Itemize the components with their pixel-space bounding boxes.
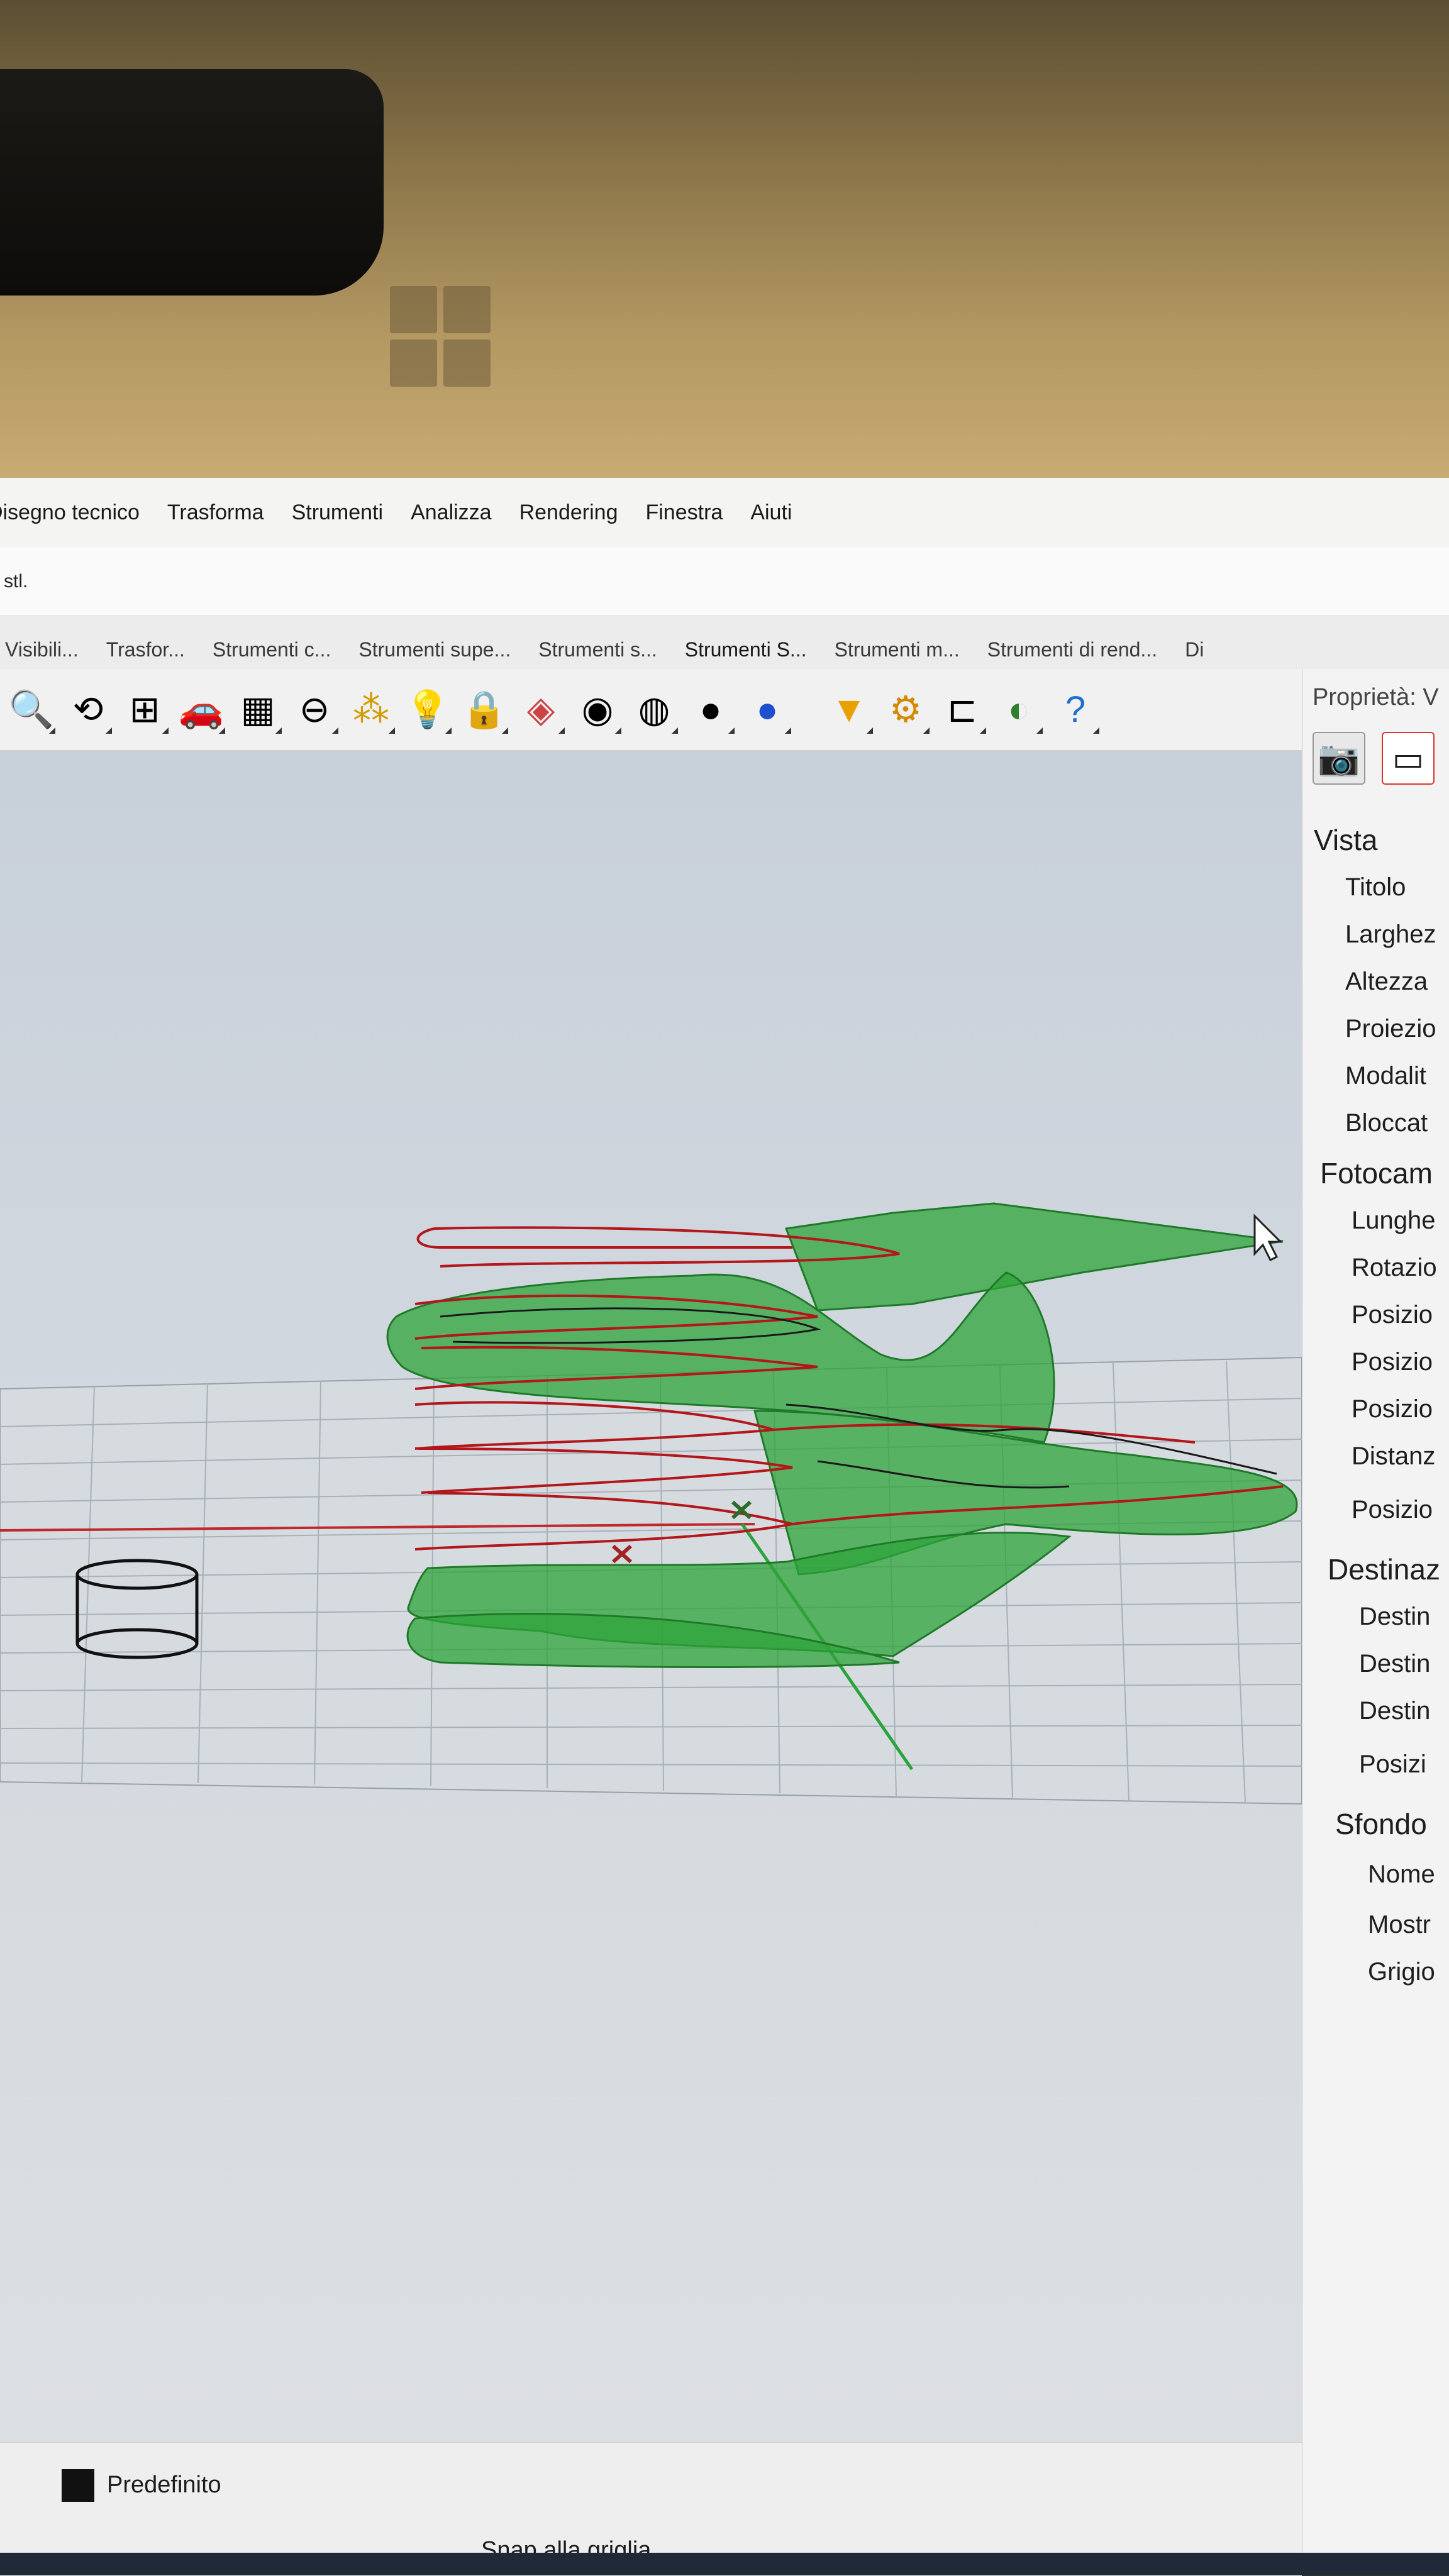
monitor-logo bbox=[390, 286, 491, 387]
graph-icon[interactable]: ⊏ bbox=[937, 685, 987, 735]
field-mostra: Mostr bbox=[1368, 1911, 1431, 1938]
viewport-layout-icon[interactable]: ⊞ bbox=[119, 685, 170, 735]
properties-panel: Proprietà: V 📷 ▭ Vista Titolo Larghez Al… bbox=[1302, 669, 1449, 2575]
current-layer-label[interactable]: Predefinito bbox=[107, 2472, 221, 2499]
perspective-viewport[interactable] bbox=[0, 751, 1302, 2442]
rhino-window: Disegno tecnico Trasforma Strumenti Anal… bbox=[0, 478, 1449, 2576]
color-wheel-icon[interactable]: ◉ bbox=[572, 685, 623, 735]
section-vista[interactable]: Vista bbox=[1314, 823, 1377, 857]
section-destinazione[interactable]: Destinaz bbox=[1328, 1552, 1440, 1586]
field-bloccata: Bloccat bbox=[1345, 1109, 1428, 1137]
tab-strumenti-mesh[interactable]: Strumenti m... bbox=[821, 638, 974, 669]
menu-trasforma[interactable]: Trasforma bbox=[167, 500, 264, 525]
field-altezza: Altezza bbox=[1345, 968, 1428, 995]
menu-rendering[interactable]: Rendering bbox=[519, 500, 618, 525]
menu-strumenti[interactable]: Strumenti bbox=[292, 500, 384, 525]
tab-strumenti-curve[interactable]: Strumenti c... bbox=[199, 638, 345, 669]
field-destinazione-y: Destin bbox=[1359, 1650, 1431, 1678]
tab-visibilita[interactable]: Visibili... bbox=[0, 638, 92, 669]
field-destinazione-x: Destin bbox=[1359, 1603, 1431, 1630]
tab-strumenti-superfici[interactable]: Strumenti supe... bbox=[345, 638, 525, 669]
ball-icon[interactable]: ◐ bbox=[994, 685, 1044, 735]
lightbulb-icon[interactable]: 💡 bbox=[402, 685, 453, 735]
tab-strumenti-subd[interactable]: Strumenti S... bbox=[671, 638, 821, 669]
viewport-icon[interactable]: ▭ bbox=[1382, 732, 1435, 785]
field-posizione: Posizio bbox=[1352, 1496, 1433, 1523]
tab-strumenti-rendering[interactable]: Strumenti di rend... bbox=[974, 638, 1171, 669]
field-modalita: Modalit bbox=[1345, 1062, 1426, 1090]
field-proiezione: Proiezio bbox=[1345, 1015, 1436, 1042]
shaded-sphere-icon[interactable]: ● bbox=[686, 685, 736, 735]
field-lunghezza: Lunghe bbox=[1352, 1207, 1436, 1234]
properties-title: Proprietà: V bbox=[1313, 684, 1439, 710]
field-destinazione-z: Destin bbox=[1359, 1697, 1431, 1725]
field-posizione-z: Posizio bbox=[1352, 1395, 1433, 1423]
field-posizione-y: Posizio bbox=[1352, 1348, 1433, 1376]
menu-disegno-tecnico[interactable]: Disegno tecnico bbox=[0, 500, 140, 525]
tab-trasforma[interactable]: Trasfor... bbox=[92, 638, 199, 669]
field-titolo: Titolo bbox=[1345, 873, 1406, 901]
wire-sphere-icon[interactable]: ◍ bbox=[629, 685, 679, 735]
mouse-cursor-icon bbox=[1253, 1213, 1283, 1262]
rotate-view-icon[interactable]: ⟲ bbox=[63, 685, 113, 735]
section-fotocamera[interactable]: Fotocam bbox=[1320, 1156, 1433, 1190]
gear-cluster-icon[interactable]: ⚙ bbox=[880, 685, 931, 735]
camera-icon[interactable]: 📷 bbox=[1313, 732, 1365, 785]
help-icon[interactable]: ? bbox=[1050, 685, 1101, 735]
command-history[interactable]: stl. bbox=[0, 547, 1449, 616]
nodes-icon[interactable]: ⁂ bbox=[346, 685, 396, 735]
lock-icon[interactable]: 🔒 bbox=[459, 685, 509, 735]
section-sfondo[interactable]: Sfondo bbox=[1335, 1807, 1427, 1841]
field-larghezza: Larghez bbox=[1345, 920, 1436, 948]
tab-disegno[interactable]: Di bbox=[1171, 638, 1218, 669]
grid-icon[interactable]: ▦ bbox=[233, 685, 283, 735]
zoom-icon[interactable]: 🔍 bbox=[6, 685, 57, 735]
windows-taskbar bbox=[0, 2553, 1449, 2575]
menu-finestra[interactable]: Finestra bbox=[645, 500, 723, 525]
desk-object bbox=[0, 69, 384, 296]
shaded-box-icon[interactable]: ◈ bbox=[516, 685, 566, 735]
field-rotazione: Rotazio bbox=[1352, 1254, 1437, 1281]
scene-svg bbox=[0, 1202, 1302, 1805]
toolbar-tabs: Visibili... Trasfor... Strumenti c... St… bbox=[0, 616, 1449, 669]
field-distanza: Distanz bbox=[1352, 1442, 1436, 1470]
field-posizione-destinazione: Posizi bbox=[1359, 1750, 1426, 1778]
menu-aiuti[interactable]: Aiuti bbox=[750, 500, 792, 525]
menu-bar: Disegno tecnico Trasforma Strumenti Anal… bbox=[0, 478, 1449, 548]
toolbar: 🔍 ⟲ ⊞ 🚗 ▦ ⊖ ⁂ 💡 🔒 ◈ ◉ ◍ ● ● ▼ ⚙ ⊏ ◐ ? bbox=[0, 669, 1302, 751]
command-history-text: stl. bbox=[4, 570, 28, 592]
layer-color-swatch[interactable] bbox=[62, 2469, 94, 2502]
field-nome: Nome bbox=[1368, 1860, 1435, 1888]
properties-tab-icons: 📷 ▭ bbox=[1313, 732, 1435, 785]
field-grigio: Grigio bbox=[1368, 1958, 1435, 1986]
menu-analizza[interactable]: Analizza bbox=[411, 500, 492, 525]
car-icon[interactable]: 🚗 bbox=[176, 685, 226, 735]
render-sphere-icon[interactable]: ● bbox=[742, 685, 792, 735]
field-posizione-x: Posizio bbox=[1352, 1301, 1433, 1329]
tab-strumenti-solidi[interactable]: Strumenti s... bbox=[525, 638, 671, 669]
cone-icon[interactable]: ▼ bbox=[824, 685, 874, 735]
snap-icon[interactable]: ⊖ bbox=[289, 685, 340, 735]
